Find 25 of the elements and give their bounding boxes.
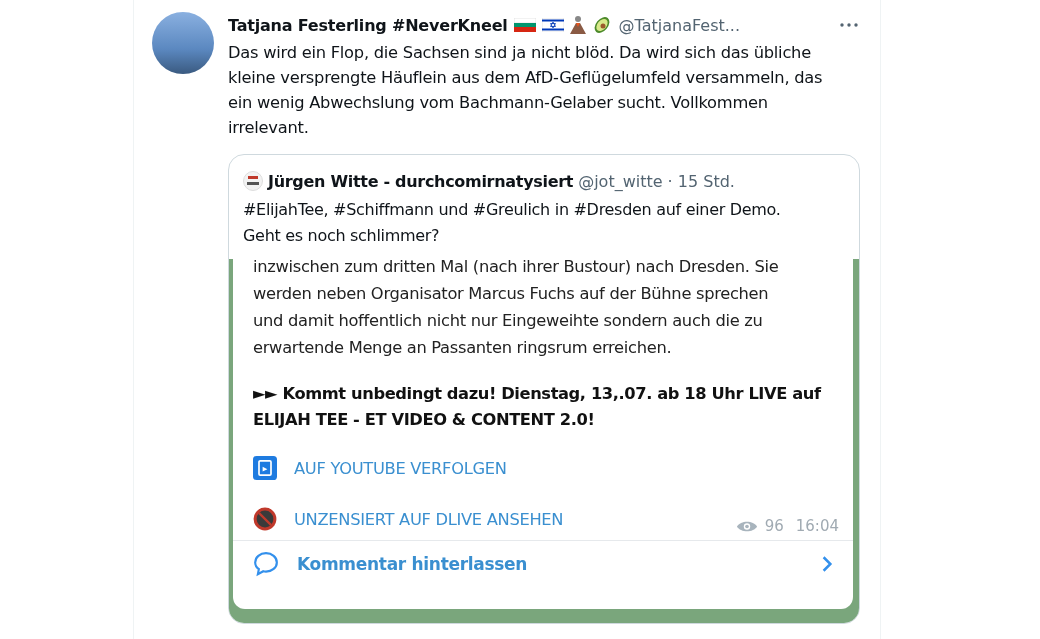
speech-bubble-icon [253,551,279,577]
comment-button[interactable]: Kommentar hinterlassen [233,540,853,589]
message-paragraph: inzwischen zum dritten Mal (nach ihrer Bustour) nach Dresden. Sie werden neben Organisator Marcus Fuchs auf der Bühne sprechen und damit hoffentlich nicht nur Eingeweihte sondern auch die zu erwartende Menge an Passanten ringsrum erreichen. [253,256,780,359]
quoted-author-handle[interactable]: @jot_witte [578,171,663,191]
message-bold-paragraph: ►► Kommt unbedingt dazu! Dienstag, 13,.07. ab 18 Uhr LIVE auf ELIJAH TEE - ET VIDEO & CONTENT 2.0! [253,383,823,431]
author-name[interactable]: Tatjana Festerling #NeverKneel [228,15,508,35]
flag-icon [513,18,536,32]
quoted-time: · 15 Std. [667,171,735,191]
chevron-right-icon [821,555,833,573]
flag-icon [541,18,564,32]
phone-app-icon [253,456,277,480]
quoted-author-name[interactable]: Jürgen Witte - durchcomirnatysiert [268,171,574,191]
author-handle[interactable]: @TatjanaFest... [618,15,740,35]
logo-icon [243,171,263,191]
prohibition-icon [253,507,277,531]
message-link[interactable]: AUF YOUTUBE VERFOLGEN [294,458,507,478]
message-time: 16:04 [795,517,839,535]
eye-icon [735,519,758,533]
quoted-tweet-card[interactable] [228,154,860,624]
more-options-icon[interactable] [840,23,858,27]
quoted-tweet-text: #ElijahTee, #Schiffmann und #Greulich in #Dresden auf einer Demo. Geht es noch schlimmer? [243,199,782,247]
message-link[interactable]: UNZENSIERT AUF DLIVE ANSEHEN [294,509,564,529]
tweet-text: Das wird ein Flop, die Sachsen sind ja nicht blöd. Da wird sich das übliche kleine versprengte Häuflein aus dem AfD-Geflügelumfeld versammeln, das ein wenig Abwechslung vom Bachmann-Gelaber sucht. Vollkommen irrelevant. [228,42,824,139]
volcano-icon [567,15,588,35]
view-count: 96 [764,517,784,535]
